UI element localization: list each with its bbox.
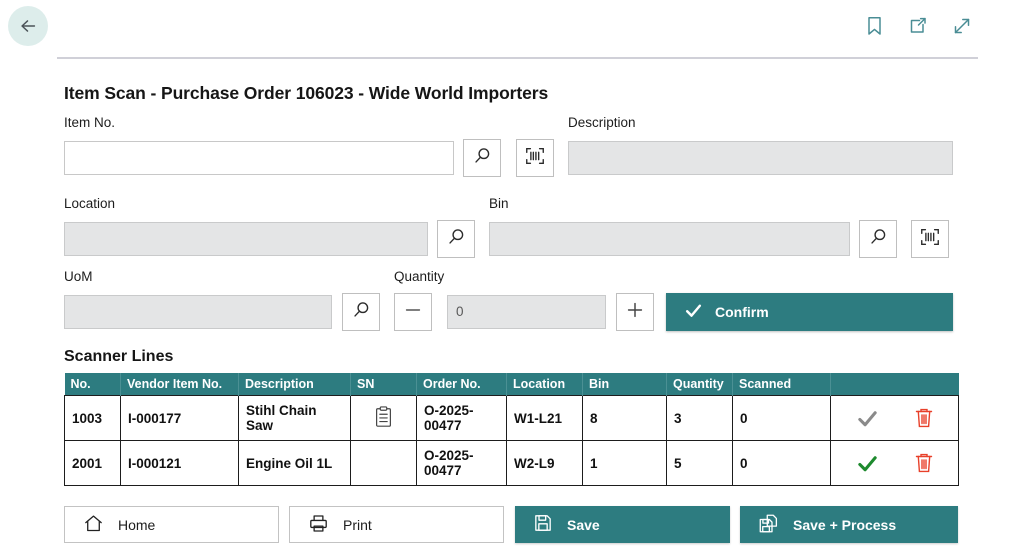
scanner-lines-table-wrapper: No. Vendor Item No. Description SN Order… (64, 373, 958, 486)
check-icon (684, 301, 703, 323)
cell-bin: 8 (583, 396, 667, 441)
back-button[interactable] (8, 6, 48, 46)
cell-bin: 1 (583, 441, 667, 486)
home-button-label: Home (118, 517, 155, 533)
row-delete-icon[interactable] (914, 407, 934, 429)
quantity-increment-button[interactable] (616, 293, 654, 331)
bin-barcode-button[interactable] (911, 220, 949, 258)
arrow-left-icon (17, 15, 39, 37)
quantity-input[interactable]: 0 (447, 295, 606, 329)
barcode-scan-icon (919, 226, 941, 253)
cell-description: Engine Oil 1L (239, 441, 351, 486)
quantity-label: Quantity (394, 269, 444, 284)
column-header-location: Location (507, 373, 583, 396)
search-icon (445, 226, 467, 253)
save-process-button[interactable]: Save + Process (740, 506, 958, 543)
table-row[interactable]: 1003 I-000177 Stihl Chain Saw (65, 396, 959, 441)
save-process-button-label: Save + Process (793, 517, 896, 533)
page-title: Item Scan - Purchase Order 106023 - Wide… (64, 83, 548, 104)
cell-scanned: 0 (733, 441, 831, 486)
location-input (64, 222, 428, 256)
cell-quantity: 3 (667, 396, 733, 441)
home-button[interactable]: Home (64, 506, 279, 543)
scanner-lines-title: Scanner Lines (64, 348, 173, 366)
top-bar (0, 0, 1012, 56)
bin-search-button[interactable] (859, 220, 897, 258)
column-header-vendor-item-no: Vendor Item No. (121, 373, 239, 396)
cell-sn (351, 441, 417, 486)
minus-icon (402, 299, 424, 326)
table-header-row: No. Vendor Item No. Description SN Order… (65, 373, 959, 396)
bin-label: Bin (489, 196, 509, 211)
barcode-scan-icon (524, 145, 546, 172)
row-confirm-icon[interactable] (856, 452, 879, 475)
cell-vendor-item-no: I-000121 (121, 441, 239, 486)
item-no-label: Item No. (64, 115, 115, 130)
uom-input (64, 295, 332, 329)
plus-icon (624, 299, 646, 326)
save-button[interactable]: Save (515, 506, 730, 543)
cell-location: W2-L9 (507, 441, 583, 486)
search-icon (350, 299, 372, 326)
home-icon (83, 513, 104, 537)
cell-order-no: O-2025-00477 (417, 441, 507, 486)
cell-scanned: 0 (733, 396, 831, 441)
search-icon (471, 145, 493, 172)
column-header-bin: Bin (583, 373, 667, 396)
cell-quantity: 5 (667, 441, 733, 486)
item-no-search-button[interactable] (463, 139, 501, 177)
column-header-description: Description (239, 373, 351, 396)
open-in-new-window-icon[interactable] (906, 14, 930, 38)
cell-no: 2001 (65, 441, 121, 486)
expand-fullscreen-icon[interactable] (950, 14, 974, 38)
description-input (568, 141, 953, 175)
description-label: Description (568, 115, 636, 130)
column-header-sn: SN (351, 373, 417, 396)
cell-no: 1003 (65, 396, 121, 441)
confirm-button[interactable]: Confirm (666, 293, 953, 331)
save-button-label: Save (567, 517, 600, 533)
item-scan-screen: Item Scan - Purchase Order 106023 - Wide… (0, 0, 1012, 558)
cell-description: Stihl Chain Saw (239, 396, 351, 441)
printer-icon (308, 513, 329, 537)
quantity-decrement-button[interactable] (394, 293, 432, 331)
column-header-quantity: Quantity (667, 373, 733, 396)
row-delete-icon[interactable] (914, 452, 934, 474)
location-search-button[interactable] (437, 220, 475, 258)
location-label: Location (64, 196, 115, 211)
scanner-lines-table: No. Vendor Item No. Description SN Order… (64, 373, 959, 486)
cell-sn[interactable] (351, 396, 417, 441)
save-floppy-icon (533, 513, 553, 536)
top-bar-actions (862, 14, 974, 38)
column-header-scanned: Scanned (733, 373, 831, 396)
print-button-label: Print (343, 517, 372, 533)
cell-actions (831, 396, 959, 441)
header-divider (57, 57, 978, 59)
bin-input (489, 222, 850, 256)
save-as-icon (758, 513, 779, 537)
cell-order-no: O-2025-00477 (417, 396, 507, 441)
clipboard-list-icon[interactable] (374, 416, 393, 431)
confirm-button-label: Confirm (715, 304, 769, 320)
uom-label: UoM (64, 269, 93, 284)
bookmark-icon[interactable] (862, 14, 886, 38)
row-confirm-icon[interactable] (856, 407, 879, 430)
item-no-input[interactable] (64, 141, 454, 175)
cell-location: W1-L21 (507, 396, 583, 441)
column-header-actions (831, 373, 959, 396)
column-header-order-no: Order No. (417, 373, 507, 396)
table-row[interactable]: 2001 I-000121 Engine Oil 1L O-2025-00477… (65, 441, 959, 486)
cell-vendor-item-no: I-000177 (121, 396, 239, 441)
uom-search-button[interactable] (342, 293, 380, 331)
footer-actions: Home Print (64, 506, 958, 544)
search-icon (867, 226, 889, 253)
cell-actions (831, 441, 959, 486)
print-button[interactable]: Print (289, 506, 504, 543)
item-no-barcode-button[interactable] (516, 139, 554, 177)
column-header-no: No. (65, 373, 121, 396)
